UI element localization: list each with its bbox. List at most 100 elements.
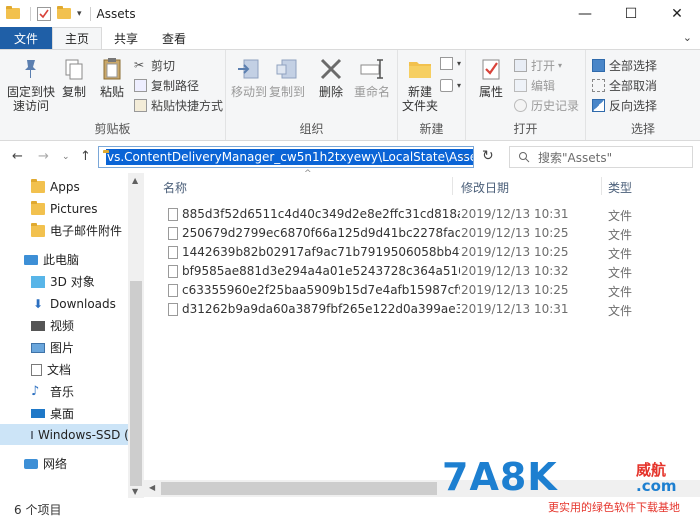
nav-item-label: Apps [50,179,80,194]
new-item-button[interactable]: ▾ [440,54,461,72]
qat-dropdown-icon[interactable]: ▾ [77,9,82,19]
tab-share[interactable]: 共享 [102,27,150,49]
nav-item-this-pc[interactable]: 此电脑 [0,249,128,270]
file-date: 2019/12/13 10:32 [461,264,569,278]
cube-icon [31,275,45,288]
nav-item-3d-objects[interactable]: 3D 对象 [0,271,128,292]
scroll-left-icon[interactable]: ◀ [149,483,155,492]
column-separator[interactable] [452,177,453,195]
delete-label: 删除 [318,85,343,99]
document-icon [31,363,42,376]
scissors-icon: ✂ [134,57,145,72]
nav-item-images[interactable]: 图片 [0,337,128,358]
tab-home[interactable]: 主页 [52,27,103,49]
minimize-button[interactable]: — [562,0,608,27]
scrollbar-thumb[interactable] [130,281,142,486]
nav-item-label: 图片 [50,341,75,355]
ribbon-expand-icon[interactable]: ⌄ [683,31,692,44]
forward-arrow-icon[interactable]: → [38,149,49,164]
new-folder-icon[interactable] [57,6,71,19]
address-bar[interactable]: vs.ContentDeliveryManager_cw5n1h2txyewy\… [98,146,474,168]
search-box[interactable]: 搜索"Assets" [509,146,693,168]
copy-to-label: 复制到 [268,85,305,99]
history-button[interactable]: 历史记录 [514,96,579,114]
watermark-logo: 7A8K 威航 .com 更实用的绿色软件下载基地 [440,455,700,519]
column-header-name[interactable]: 名称 [163,179,187,196]
window-title: Assets [96,6,136,21]
group-select: 全部选择 全部取消 反向选择 选择 [586,50,700,140]
new-folder-icon [409,62,431,78]
folder-icon [31,222,45,237]
delete-button[interactable]: 删除 [316,56,346,99]
open-button[interactable]: 打开 ▾ [514,56,562,74]
scrollbar-thumb[interactable] [161,482,437,495]
nav-item-downloads[interactable]: ⬇ Downloads [0,293,128,314]
table-row[interactable]: c63355960e2f25baa5909b15d7e4afb15987cf96… [164,281,700,300]
move-to-button[interactable]: 移动到 [230,56,268,99]
properties-check-icon[interactable] [37,6,51,21]
open-icon [514,58,527,72]
move-to-label: 移动到 [230,85,267,99]
rename-button[interactable]: 重命名 [350,56,394,99]
copy-label: 复制 [61,85,86,99]
invert-selection-button[interactable]: 反向选择 [592,96,657,114]
column-header-type[interactable]: 类型 [608,179,632,196]
history-icon [514,98,527,112]
column-header-modified[interactable]: 修改日期 [461,179,509,196]
cut-button[interactable]: ✂ 剪切 [134,56,175,74]
tab-file[interactable]: 文件 [0,27,52,49]
nav-item-documents[interactable]: 文档 [0,359,128,380]
network-icon [24,458,38,469]
tab-view[interactable]: 查看 [150,27,198,49]
file-type: 文件 [608,209,633,223]
file-date: 2019/12/13 10:31 [461,302,569,316]
scroll-down-icon[interactable]: ▼ [132,487,138,496]
nav-item-apps[interactable]: Apps [0,176,128,197]
table-row[interactable]: 885d3f52d6511c4d40c349d2e8e2ffc31cd818a4… [164,205,700,224]
group-label-select: 选择 [630,122,655,136]
nav-item-label: 视频 [50,319,75,333]
nav-item-windows-ssd[interactable]: Windows-SSD ( [0,424,129,445]
easy-access-dropdown-icon: ▾ [457,80,462,90]
recent-dropdown-icon[interactable]: ⌄ [62,152,70,162]
copy-button[interactable]: 复制 [58,56,90,99]
table-row[interactable]: 250679d2799ec6870f66a125d9d41bc2278fada0… [164,224,700,243]
history-label: 历史记录 [531,98,580,113]
invert-selection-label: 反向选择 [609,98,658,113]
nav-item-music[interactable]: ♪ 音乐 [0,381,128,402]
back-arrow-icon[interactable]: ← [12,149,23,164]
edit-button[interactable]: 编辑 [514,76,555,94]
new-folder-button[interactable]: 新建 文件夹 [400,56,440,113]
pin-quick-access-button[interactable]: 固定到快 速访问 [6,56,56,113]
close-button[interactable]: ✕ [654,0,700,27]
video-icon [31,320,45,331]
paste-shortcut-icon [134,98,147,112]
paste-shortcut-button[interactable]: 粘贴快捷方式 [134,96,223,114]
nav-item-network[interactable]: 网络 [0,453,128,474]
properties-button[interactable]: 属性 [474,56,508,99]
nav-scrollbar[interactable]: ▲ ▼ [128,173,144,498]
table-row[interactable]: 1442639b82b02917af9ac71b7919506058bb4fac… [164,243,700,262]
copy-path-button[interactable]: 复制路径 [134,76,199,94]
nav-item-videos[interactable]: 视频 [0,315,128,336]
select-none-button[interactable]: 全部取消 [592,76,657,94]
column-separator[interactable] [601,177,602,195]
cut-label: 剪切 [151,58,176,73]
address-dropdown-icon[interactable]: ⌄ [460,150,468,161]
select-all-button[interactable]: 全部选择 [592,56,657,74]
refresh-icon[interactable]: ↻ [482,148,494,164]
table-row[interactable]: bf9585ae881d3e294a4a01e5243728c364a510d3… [164,262,700,281]
nav-item-desktop[interactable]: 桌面 [0,403,128,424]
delete-x-icon [320,58,342,80]
paste-button[interactable]: 粘贴 [96,56,128,99]
maximize-button[interactable]: ☐ [608,0,654,27]
scroll-up-icon[interactable]: ▲ [132,176,138,185]
table-row[interactable]: d31262b9a9da60a3879fbf265e122d0a399ae3b6… [164,300,700,319]
nav-item-email-attachments[interactable]: 电子邮件附件 [0,220,128,241]
image-icon [31,342,45,353]
address-path[interactable]: vs.ContentDeliveryManager_cw5n1h2txyewy\… [106,149,473,165]
copy-to-button[interactable]: 复制到 [268,56,306,99]
nav-item-pictures[interactable]: Pictures [0,198,128,219]
up-arrow-icon[interactable]: ↑ [80,149,91,164]
easy-access-button[interactable]: ▾ [440,76,461,94]
